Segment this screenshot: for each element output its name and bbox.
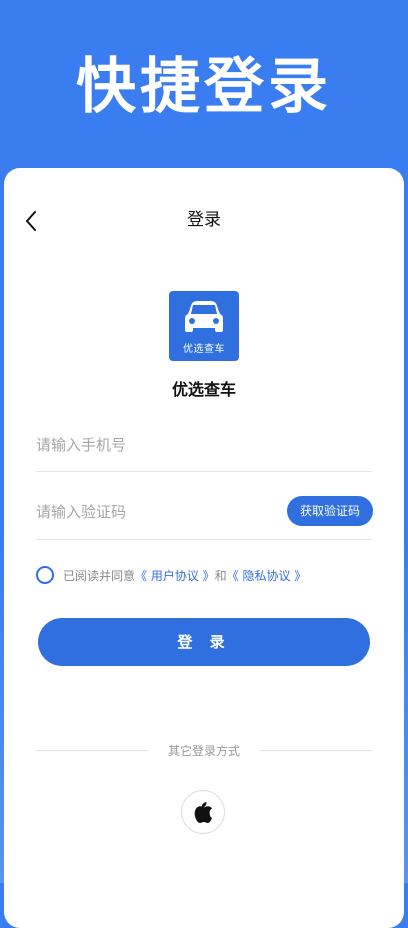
apple-icon (194, 802, 212, 824)
phone-input[interactable] (36, 431, 366, 459)
login-button[interactable]: 登 录 (38, 618, 370, 666)
hero-title: 快捷登录 (76, 52, 332, 122)
agree-checkbox[interactable] (36, 566, 54, 584)
phone-divider (36, 471, 372, 472)
other-login-divider-right (260, 750, 372, 751)
agreement-row: 已阅读并同意 《 用户协议 》 和 《 隐私协议 》 (36, 564, 306, 586)
user-agreement-link[interactable]: 《 用户协议 》 (135, 567, 215, 584)
privacy-policy-link[interactable]: 《 隐私协议 》 (227, 567, 307, 584)
code-divider (36, 539, 372, 540)
page-title: 登录 (187, 210, 221, 230)
other-login-row: 其它登录方式 (36, 743, 372, 759)
logo-text: 优选查车 (183, 344, 225, 355)
apple-login-button[interactable] (181, 790, 225, 834)
app-name: 优选查车 (171, 380, 236, 399)
login-card: 登录 优选查车 优选查车 获取验证码 已阅读并同意 《 用户协议 》 和 《 隐… (4, 168, 404, 928)
car-icon (185, 301, 223, 332)
app-logo: 优选查车 (169, 291, 239, 361)
agreement-prefix: 已阅读并同意 (63, 568, 136, 583)
get-code-button[interactable]: 获取验证码 (287, 496, 373, 526)
agreement-and: 和 (214, 568, 227, 583)
verification-code-input[interactable] (36, 498, 276, 526)
other-login-label: 其它登录方式 (167, 744, 240, 758)
